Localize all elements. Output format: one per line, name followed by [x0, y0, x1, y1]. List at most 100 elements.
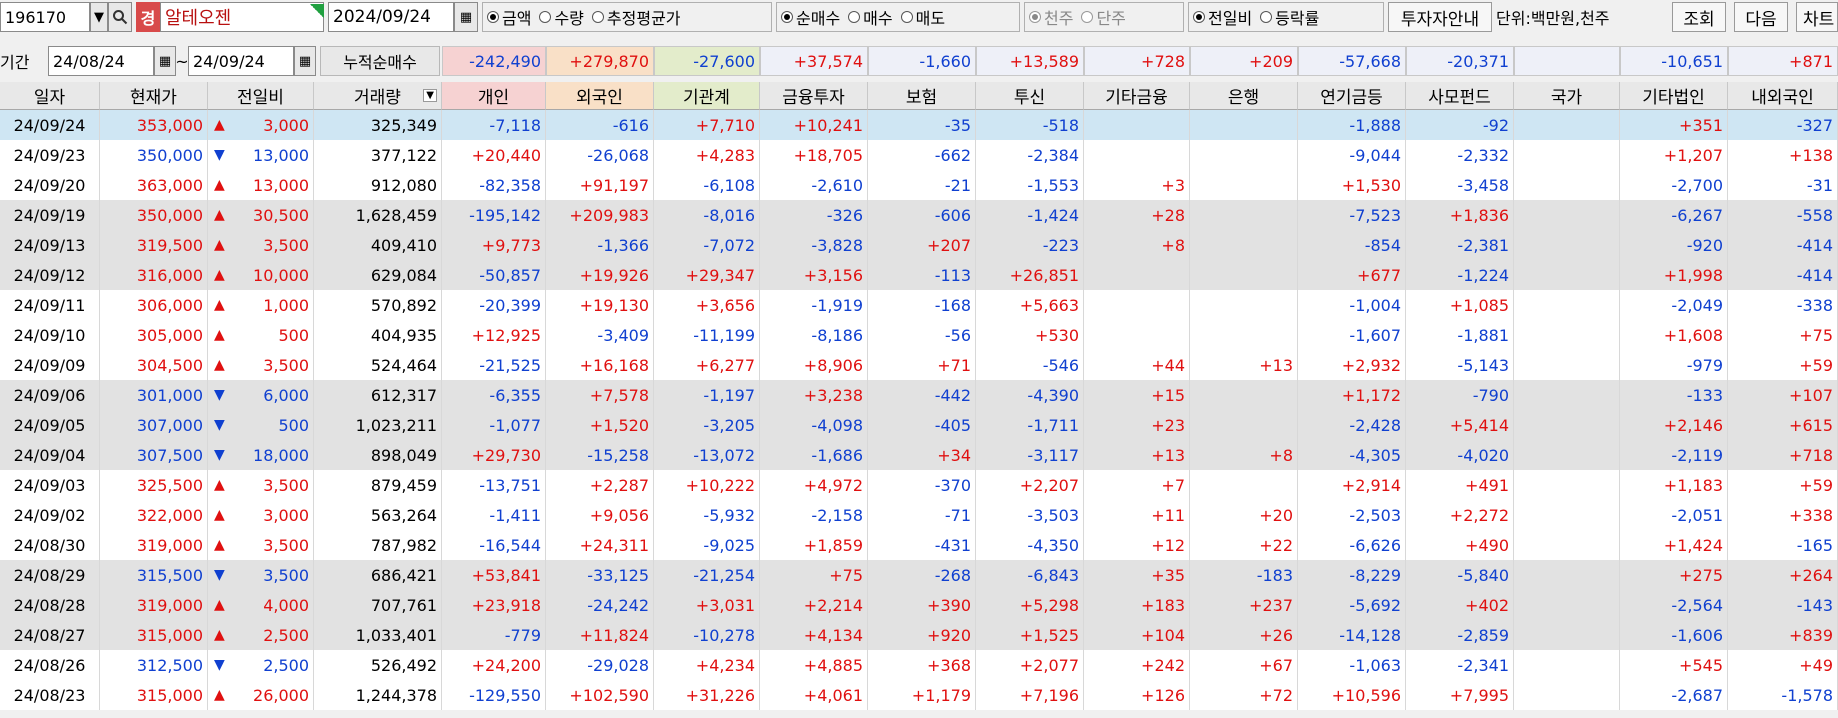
table-row[interactable]: 24/09/10305,000500404,935+12,925-3,409-1… — [0, 320, 1838, 350]
table-row[interactable]: 24/08/27315,0002,5001,033,401-779+11,824… — [0, 620, 1838, 650]
table-row[interactable]: 24/09/02322,0003,000563,264-1,411+9,056-… — [0, 500, 1838, 530]
row-cell: +4,972 — [760, 470, 868, 500]
search-icon[interactable] — [108, 2, 132, 32]
period-end-input[interactable]: 24/09/24 — [188, 46, 294, 76]
row-cell: 350,000 — [100, 140, 208, 170]
row-cell — [1190, 140, 1298, 170]
radio-thousand-shares[interactable]: 천주 — [1029, 5, 1073, 29]
table-row[interactable]: 24/08/26312,5002,500526,492+24,200-29,02… — [0, 650, 1838, 680]
row-cell: 307,500 — [100, 440, 208, 470]
column-header[interactable]: 투신 — [976, 82, 1084, 110]
stock-name-field[interactable]: 알테오젠 — [160, 2, 324, 32]
row-cell: -21,254 — [654, 560, 760, 590]
table-row[interactable]: 24/09/04307,50018,000898,049+29,730-15,2… — [0, 440, 1838, 470]
row-cell: -24,242 — [546, 590, 654, 620]
radio-buy[interactable]: 매수 — [848, 5, 893, 29]
column-header[interactable]: 연기금등 — [1298, 82, 1406, 110]
column-header[interactable]: 은행 — [1190, 82, 1298, 110]
radio-change-rate[interactable]: 등락률 — [1260, 5, 1319, 29]
table-row[interactable]: 24/08/30319,0003,500787,982-16,544+24,31… — [0, 530, 1838, 560]
row-cell: +677 — [1298, 260, 1406, 290]
chevron-down-icon[interactable]: ▼ — [90, 2, 108, 32]
table-row[interactable]: 24/08/23315,00026,0001,244,378-129,550+1… — [0, 680, 1838, 710]
row-cell: -10,278 — [654, 620, 760, 650]
table-row[interactable]: 24/09/09304,5003,500524,464-21,525+16,16… — [0, 350, 1838, 380]
table-row[interactable]: 24/09/12316,00010,000629,084-50,857+19,9… — [0, 260, 1838, 290]
column-header[interactable]: 개인 — [442, 82, 546, 110]
table-row[interactable]: 24/08/28319,0004,000707,761+23,918-24,24… — [0, 590, 1838, 620]
radio-circle-icon — [591, 11, 604, 23]
radio-single-shares[interactable]: 단주 — [1081, 5, 1126, 29]
row-cell: 409,410 — [314, 230, 442, 260]
radio-amount[interactable]: 금액 — [487, 5, 531, 29]
period-start-input[interactable]: 24/08/24 — [48, 46, 154, 76]
radio-net-buy[interactable]: 순매수 — [781, 5, 840, 29]
row-cell: -2,381 — [1406, 230, 1514, 260]
row-cell: -6,267 — [1620, 200, 1728, 230]
row-cell: +183 — [1084, 590, 1190, 620]
row-cell: -326 — [760, 200, 868, 230]
calendar-icon[interactable]: ▦ — [154, 46, 176, 76]
row-cell: +402 — [1406, 590, 1514, 620]
column-header[interactable]: 금융투자 — [760, 82, 868, 110]
row-cell: +1,520 — [546, 410, 654, 440]
date-input[interactable]: 2024/09/24 — [328, 2, 454, 32]
chart-button[interactable]: 차트 — [1796, 2, 1838, 32]
sort-dropdown-icon[interactable]: ▼ — [423, 89, 437, 102]
table-row[interactable]: 24/08/29315,5003,500686,421+53,841-33,12… — [0, 560, 1838, 590]
table-row[interactable]: 24/09/20363,00013,000912,080-82,358+91,1… — [0, 170, 1838, 200]
table-row[interactable]: 24/09/06301,0006,000612,317-6,355+7,578-… — [0, 380, 1838, 410]
next-button[interactable]: 다음 — [1734, 2, 1788, 32]
row-cell: +31,226 — [654, 680, 760, 710]
table-row[interactable]: 24/09/23350,00013,000377,122+20,440-26,0… — [0, 140, 1838, 170]
column-header[interactable]: 거래량 ▼ — [314, 82, 442, 110]
row-cell: 301,000 — [100, 380, 208, 410]
radio-circle-icon — [539, 11, 552, 23]
calendar-icon[interactable]: ▦ — [454, 2, 478, 32]
row-cell — [1190, 230, 1298, 260]
row-cell: -5,143 — [1406, 350, 1514, 380]
column-header[interactable]: 일자 — [0, 82, 100, 110]
row-cell: +2,214 — [760, 590, 868, 620]
column-header[interactable]: 기관계 — [654, 82, 760, 110]
table-row[interactable]: 24/09/13319,5003,500409,410+9,773-1,366-… — [0, 230, 1838, 260]
radio-quantity[interactable]: 수량 — [539, 5, 584, 29]
table-row[interactable]: 24/09/24353,0003,000325,349-7,118-616+7,… — [0, 110, 1838, 140]
row-cell: -113 — [868, 260, 976, 290]
stock-code-input[interactable]: 196170 — [0, 2, 90, 32]
radio-circle-icon — [1029, 11, 1041, 23]
column-header[interactable]: 국가 — [1514, 82, 1620, 110]
radio-circle-icon — [781, 11, 793, 23]
row-date: 24/08/29 — [0, 560, 100, 590]
column-header[interactable]: 내외국인 — [1728, 82, 1838, 110]
row-cell: +3 — [1084, 170, 1190, 200]
row-cell: -370 — [868, 470, 976, 500]
row-cell: -9,025 — [654, 530, 760, 560]
column-header[interactable]: 기타법인 — [1620, 82, 1728, 110]
table-row[interactable]: 24/09/05307,0005001,023,211-1,077+1,520-… — [0, 410, 1838, 440]
column-header[interactable]: 보험 — [868, 82, 976, 110]
search-button[interactable]: 조회 — [1672, 2, 1726, 32]
radio-sell[interactable]: 매도 — [900, 5, 945, 29]
table-row[interactable]: 24/09/03325,5003,500879,459-13,751+2,287… — [0, 470, 1838, 500]
investor-guide-button[interactable]: 투자자안내 — [1388, 2, 1492, 32]
row-cell: -2,700 — [1620, 170, 1728, 200]
radio-prev-diff[interactable]: 전일비 — [1193, 5, 1252, 29]
row-cell: +390 — [868, 590, 976, 620]
column-header[interactable]: 전일비 — [208, 82, 314, 110]
row-cell: 319,000 — [100, 590, 208, 620]
row-cell: 612,317 — [314, 380, 442, 410]
table-row[interactable]: 24/09/19350,00030,5001,628,459-195,142+2… — [0, 200, 1838, 230]
row-cell: 3,500 — [208, 560, 314, 590]
row-cell: -8,186 — [760, 320, 868, 350]
column-header[interactable]: 현재가 — [100, 82, 208, 110]
row-cell: +26 — [1190, 620, 1298, 650]
row-cell: -1,888 — [1298, 110, 1406, 140]
table-row[interactable]: 24/09/11306,0001,000570,892-20,399+19,13… — [0, 290, 1838, 320]
calendar-icon[interactable]: ▦ — [294, 46, 316, 76]
column-header[interactable]: 사모펀드 — [1406, 82, 1514, 110]
row-cell: 879,459 — [314, 470, 442, 500]
radio-avg-price[interactable]: 추정평균가 — [591, 5, 681, 29]
column-header[interactable]: 기타금융 — [1084, 82, 1190, 110]
column-header[interactable]: 외국인 — [546, 82, 654, 110]
